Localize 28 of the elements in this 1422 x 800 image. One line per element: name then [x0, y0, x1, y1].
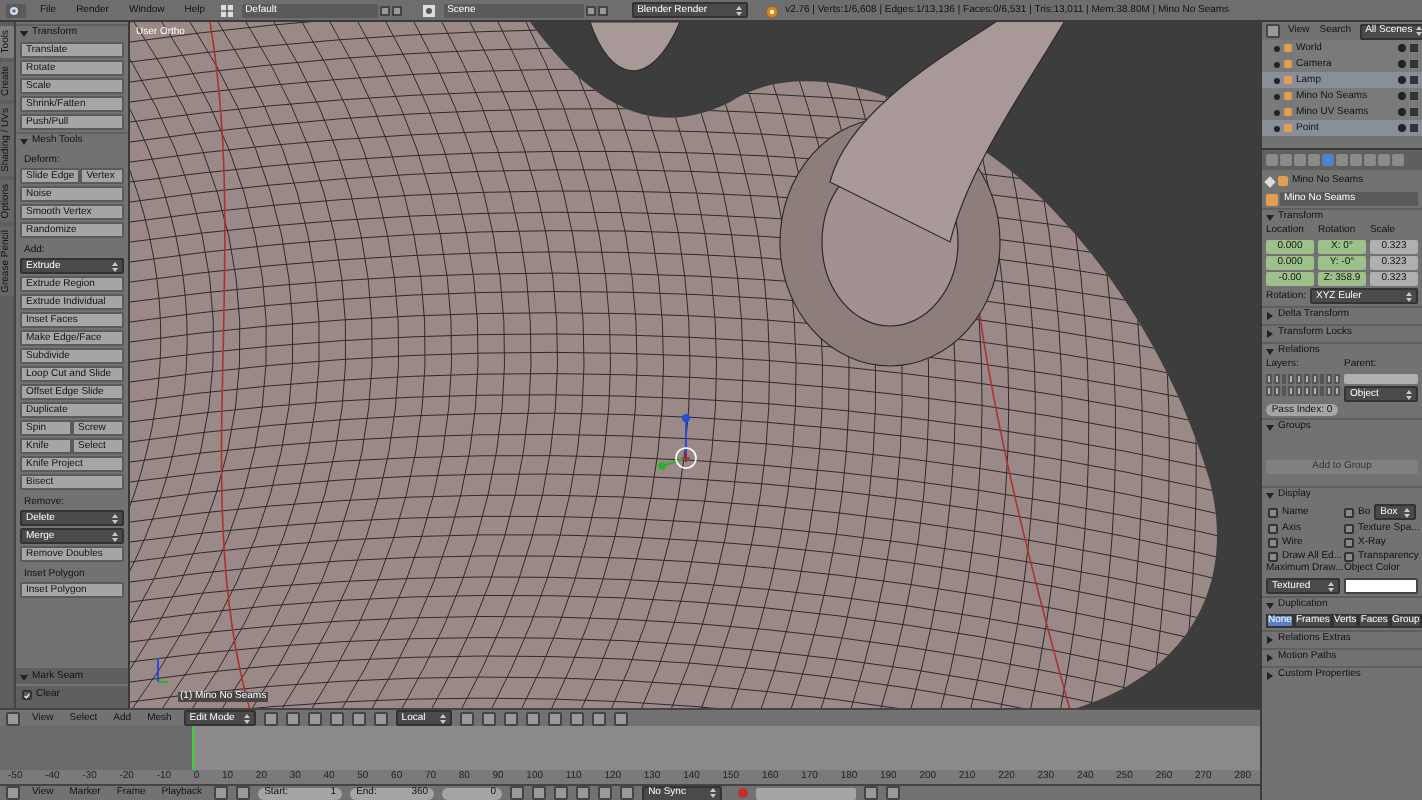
up-down-arrows-icon	[112, 261, 118, 271]
parent-field[interactable]	[1344, 374, 1418, 384]
color-swatch[interactable]	[1344, 578, 1418, 594]
up-down-arrows-icon	[710, 788, 717, 798]
up-down-arrows-icon	[1406, 389, 1412, 399]
up-down-arrows-icon	[112, 513, 118, 523]
checkbox[interactable]	[1344, 524, 1354, 534]
checkbox[interactable]	[1344, 538, 1354, 548]
up-down-arrows-icon	[735, 5, 742, 15]
up-down-arrows-icon	[1416, 26, 1422, 36]
checkbox[interactable]	[1344, 507, 1354, 517]
checkbox[interactable]	[1268, 507, 1278, 517]
keying-set-field[interactable]	[756, 787, 857, 799]
axis-icon	[154, 656, 170, 684]
checkbox[interactable]	[1268, 538, 1278, 548]
checkbox[interactable]	[22, 690, 32, 700]
up-down-arrows-icon	[1328, 581, 1334, 591]
up-down-arrows-icon	[1404, 507, 1410, 517]
layer-grid[interactable]	[1266, 374, 1340, 396]
logo-icon	[763, 3, 778, 17]
up-down-arrows-icon	[439, 713, 446, 723]
checkbox[interactable]	[1344, 552, 1354, 562]
up-down-arrows-icon	[112, 531, 118, 541]
layout-icon[interactable]	[219, 3, 234, 17]
up-down-arrows-icon	[243, 713, 250, 723]
up-down-arrows-icon	[1406, 291, 1412, 301]
checkbox[interactable]	[1268, 524, 1278, 534]
checkbox[interactable]	[1268, 552, 1278, 562]
